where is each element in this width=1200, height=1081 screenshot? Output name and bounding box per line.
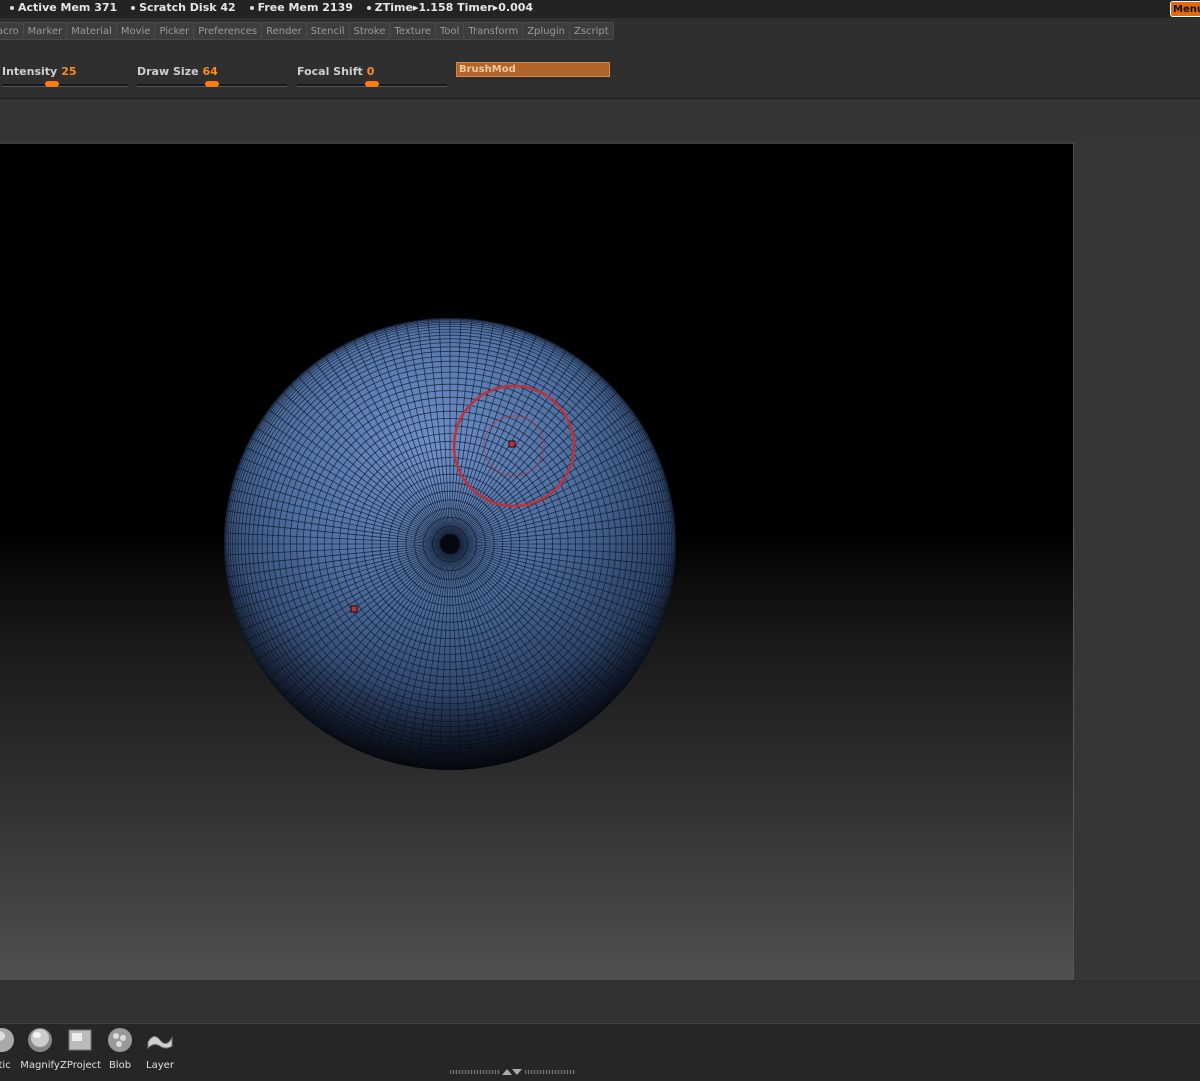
menu-movie[interactable]: Movie xyxy=(115,22,156,40)
tray-handle[interactable] xyxy=(450,1068,580,1076)
focal-shift-label: Focal Shift xyxy=(297,65,363,78)
bottom-shelf xyxy=(0,982,1200,1022)
sphere-mesh[interactable] xyxy=(0,144,1074,980)
scratch-disk-value: 42 xyxy=(220,1,236,14)
ztime-label: ZTime xyxy=(374,1,413,14)
brush-label: Magnify xyxy=(20,1060,60,1071)
draw-size-label: Draw Size xyxy=(137,65,199,78)
sphere-pole xyxy=(440,534,460,554)
menu-tool[interactable]: Tool xyxy=(435,22,465,40)
menu-zscript[interactable]: Zscript xyxy=(568,22,614,40)
tray-grip xyxy=(450,1070,500,1074)
menu-picker[interactable]: Picker xyxy=(154,22,195,40)
brush-tray: stic Magnify ZProject Blob Layer xyxy=(0,1023,1200,1081)
active-mem-value: 371 xyxy=(94,1,118,14)
elastic-brush-icon xyxy=(0,1028,14,1052)
draw-size-knob[interactable] xyxy=(205,81,219,87)
focal-shift-slider[interactable]: Focal Shift 0 xyxy=(297,60,447,88)
focal-shift-value: 0 xyxy=(366,65,375,78)
intensity-slider[interactable]: Intensity 25 xyxy=(2,60,128,88)
intensity-knob[interactable] xyxy=(45,81,59,87)
document-strip xyxy=(0,100,1200,142)
brushmod-slider[interactable]: BrushMod xyxy=(456,62,610,77)
menu-texture[interactable]: Texture xyxy=(389,22,436,40)
draw-size-value: 64 xyxy=(202,65,218,78)
intensity-value: 25 xyxy=(61,65,77,78)
ztime-value: 1.158 xyxy=(418,1,454,14)
magnify-brush-icon xyxy=(28,1028,52,1052)
scratch-disk-label: Scratch Disk xyxy=(139,1,217,14)
menu-toggle-button[interactable]: Menu xyxy=(1170,1,1200,17)
brush-label: ZProject xyxy=(60,1060,102,1071)
menu-render[interactable]: Render xyxy=(261,22,307,40)
menu-transform[interactable]: Transform xyxy=(463,22,524,40)
status-dot xyxy=(10,5,14,10)
menu-material[interactable]: Material xyxy=(66,22,117,40)
blob-brush-icon xyxy=(108,1028,132,1052)
brush-label: Layer xyxy=(146,1060,174,1071)
intensity-track[interactable] xyxy=(2,84,128,87)
brush-cursor-center xyxy=(508,440,516,448)
menu-bar: acro Marker Material Movie Picker Preferences… xyxy=(0,22,1200,42)
expand-arrows-icon xyxy=(502,1069,522,1075)
tool-bar: Intensity 25 Draw Size 64 Focal Shift 0 Bru… xyxy=(0,50,1200,99)
symmetry-point xyxy=(350,605,358,613)
menu-stencil[interactable]: Stencil xyxy=(305,22,350,40)
brush-label: Blob xyxy=(108,1060,132,1071)
active-mem-label: Active Mem xyxy=(18,1,91,14)
free-mem-value: 2139 xyxy=(322,1,353,14)
menu-marker[interactable]: Marker xyxy=(22,22,68,40)
zproject-brush-icon xyxy=(68,1029,92,1051)
right-tray xyxy=(1074,142,1200,980)
tray-grip xyxy=(525,1070,575,1074)
status-dot xyxy=(131,5,136,10)
focal-shift-knob[interactable] xyxy=(365,81,379,87)
viewport-canvas[interactable] xyxy=(0,142,1074,980)
brush-label: stic xyxy=(0,1060,11,1071)
menu-stroke[interactable]: Stroke xyxy=(348,22,391,40)
layer-brush-icon xyxy=(147,1036,173,1050)
menu-preferences[interactable]: Preferences xyxy=(193,22,263,40)
brush-elastic[interactable]: stic xyxy=(0,1026,22,1071)
status-dot xyxy=(249,5,254,10)
status-bar: Active Mem 371 Scratch Disk 42 Free Mem … xyxy=(0,0,1200,18)
brush-blob[interactable]: Blob xyxy=(100,1026,140,1071)
brush-magnify[interactable]: Magnify xyxy=(20,1026,60,1071)
free-mem-label: Free Mem xyxy=(257,1,319,14)
timer-value: 0.004 xyxy=(498,1,534,14)
menu-zplugin[interactable]: Zplugin xyxy=(522,22,570,40)
status-dot xyxy=(366,5,371,10)
brush-zproject[interactable]: ZProject xyxy=(60,1026,102,1071)
draw-size-slider[interactable]: Draw Size 64 xyxy=(137,60,287,88)
brush-layer[interactable]: Layer xyxy=(140,1026,180,1071)
timer-label: Timer xyxy=(457,1,493,14)
menu-macro[interactable]: acro xyxy=(0,22,24,40)
intensity-label: Intensity xyxy=(2,65,58,78)
